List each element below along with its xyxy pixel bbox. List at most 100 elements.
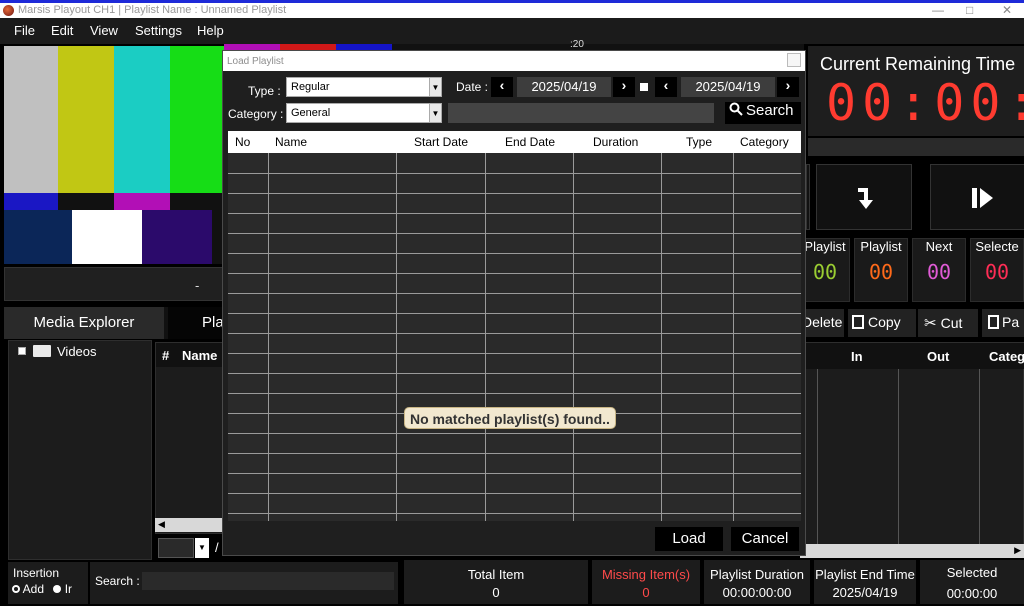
col-start-date[interactable]: Start Date: [414, 135, 468, 149]
date-to-prev-button[interactable]: ‹: [655, 77, 677, 97]
date-from-prev-button[interactable]: ‹: [491, 77, 513, 97]
grid-line: [817, 369, 818, 545]
file-list-header: # Name: [156, 343, 226, 367]
minimize-button[interactable]: —: [932, 3, 944, 17]
insertion-label: Insertion: [13, 566, 60, 580]
menu-file[interactable]: File: [14, 23, 35, 38]
preview-status-bar: -: [4, 267, 226, 301]
col-name[interactable]: Name: [275, 135, 307, 149]
playlist-end-time-label: Playlist End Time: [815, 567, 915, 582]
date-to-field[interactable]: 2025/04/19: [681, 77, 775, 97]
counter-next: Next 00: [912, 238, 966, 302]
date-from-next-button[interactable]: ›: [613, 77, 635, 97]
tab-media-explorer[interactable]: Media Explorer: [4, 307, 164, 339]
play-next-button[interactable]: [930, 164, 1024, 230]
col-type[interactable]: Type: [686, 135, 712, 149]
copy-icon: [852, 315, 864, 329]
search-input[interactable]: [142, 572, 394, 590]
grid-row-line: [228, 513, 801, 514]
grid-row-line: [228, 373, 801, 374]
load-button[interactable]: Load: [655, 527, 723, 551]
color-bar-white: [72, 210, 142, 264]
explorer-hscrollbar[interactable]: ◀: [155, 518, 225, 532]
maximize-button[interactable]: □: [966, 3, 973, 17]
cancel-button[interactable]: Cancel: [731, 527, 799, 551]
grid-row-line: [228, 493, 801, 494]
date-to-next-button[interactable]: ›: [777, 77, 799, 97]
playlist-results-grid: No Name Start Date End Date Duration Typ…: [228, 131, 801, 521]
menu-edit[interactable]: Edit: [51, 23, 73, 38]
grid-row-line: [228, 313, 801, 314]
tree-item-videos[interactable]: Videos: [57, 344, 97, 359]
scissors-icon: ✂: [924, 315, 937, 332]
grid-row-line: [228, 193, 801, 194]
grid-row-line: [228, 213, 801, 214]
category-value: General: [291, 107, 331, 119]
delete-button[interactable]: Delete: [800, 309, 844, 337]
category-dropdown-icon[interactable]: ▼: [429, 104, 441, 122]
counter-value: 00: [812, 260, 838, 284]
copy-button[interactable]: Copy: [848, 309, 916, 337]
dialog-search-button[interactable]: Search: [725, 102, 801, 124]
grid-column-line: [733, 131, 734, 521]
window-title: Marsis Playout CH1 | Playlist Name : Unn…: [18, 4, 287, 16]
close-window-button[interactable]: ✕: [1002, 3, 1012, 17]
menu-bar: File Edit View Settings Help: [0, 18, 1024, 44]
grid-column-line: [268, 131, 269, 521]
menu-settings[interactable]: Settings: [135, 23, 182, 38]
col-out: Out: [927, 349, 950, 364]
col-in: In: [851, 349, 863, 364]
radio-insert-label: Ir: [64, 582, 73, 596]
grid-column-line: [661, 131, 662, 521]
load-playlist-dialog: Load Playlist Type : Regular ▼ Category …: [222, 50, 806, 556]
color-bar-navy: [4, 210, 72, 264]
dialog-close-button[interactable]: [787, 53, 801, 67]
menu-view[interactable]: View: [90, 23, 118, 38]
grid-row-line: [228, 393, 801, 394]
type-select[interactable]: Regular ▼: [286, 77, 442, 97]
remaining-time-display: 00:00:: [826, 74, 1024, 132]
menu-help[interactable]: Help: [197, 23, 224, 38]
counter-label: Playlist: [804, 239, 846, 254]
color-bar-black-strip: [58, 193, 114, 210]
counter-playlist-1: Playlist 00: [800, 238, 850, 302]
page-dropdown-icon[interactable]: ▼: [195, 538, 209, 558]
col-category[interactable]: Category: [740, 135, 789, 149]
col-category: Categ: [989, 349, 1024, 364]
playlist-table-header: In Out Categ: [801, 343, 1024, 369]
page-select[interactable]: [158, 538, 194, 558]
expand-icon[interactable]: [18, 347, 26, 355]
cut-button[interactable]: ✂ Cut: [918, 309, 978, 337]
dialog-title-bar: Load Playlist: [223, 51, 805, 71]
playlist-hscrollbar[interactable]: ▶: [800, 544, 1024, 558]
dialog-search-input[interactable]: [448, 103, 714, 123]
radio-insert[interactable]: [53, 585, 62, 593]
col-no[interactable]: No: [235, 135, 250, 149]
grid-row-line: [228, 453, 801, 454]
date-from-field[interactable]: 2025/04/19: [517, 77, 611, 97]
type-dropdown-icon[interactable]: ▼: [429, 78, 441, 96]
col-end-date[interactable]: End Date: [505, 135, 555, 149]
selected-stat: Selected 00:00:00: [920, 560, 1024, 604]
app-logo-icon: [3, 5, 14, 16]
col-duration[interactable]: Duration: [593, 135, 638, 149]
playlist-table: In Out Categ: [800, 342, 1024, 556]
scroll-right-icon[interactable]: ▶: [1014, 545, 1021, 556]
timecode-overlay: :20: [570, 39, 584, 50]
play-next-icon: [972, 188, 993, 208]
tab-playlist[interactable]: Pla: [168, 307, 228, 339]
skip-next-button[interactable]: [816, 164, 912, 230]
search-button-label: Search: [746, 102, 794, 119]
radio-add[interactable]: [12, 585, 20, 593]
counter-label: Next: [925, 239, 953, 254]
skip-arrow-icon: [858, 188, 873, 209]
counter-selected: Selecte 00: [970, 238, 1024, 302]
paste-button[interactable]: Pa: [982, 309, 1024, 337]
insertion-panel: Insertion Add Ir: [8, 562, 88, 604]
right-info-strip: [808, 138, 1024, 156]
category-select[interactable]: General ▼: [286, 103, 442, 123]
grid-row-line: [228, 173, 801, 174]
grid-line: [898, 369, 899, 545]
scroll-left-icon[interactable]: ◀: [158, 519, 165, 530]
counter-label: Playlist: [860, 239, 902, 254]
